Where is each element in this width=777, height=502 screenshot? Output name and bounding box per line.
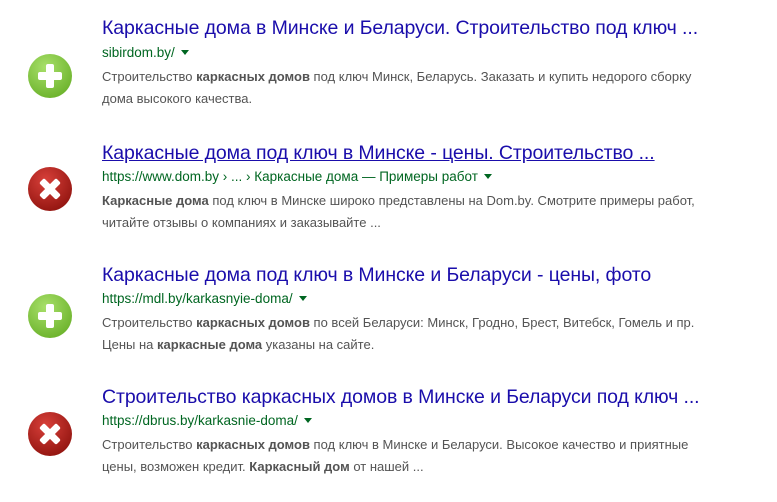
- snippet-line-1: Строительство каркасных домов по всей Бе…: [102, 315, 695, 330]
- result-snippet: Строительство каркасных домов под ключ в…: [102, 434, 762, 478]
- result-url: https://dbrus.by/karkasnie-doma/: [102, 413, 312, 428]
- result-url-text: https://dbrus.by/karkasnie-doma/: [102, 413, 298, 428]
- snippet-line-2: Цены на каркасные дома указаны на сайте.: [102, 337, 375, 352]
- result-title-link[interactable]: Каркасные дома под ключ в Минске - цены.…: [102, 142, 655, 165]
- result-url-text: https://www.dom.by › ... › Каркасные дом…: [102, 169, 478, 184]
- result-title-link[interactable]: Строительство каркасных домов в Минске и…: [102, 386, 700, 409]
- result-url: https://www.dom.by › ... › Каркасные дом…: [102, 169, 492, 184]
- chevron-down-icon[interactable]: [303, 417, 312, 423]
- plus-icon: [28, 294, 72, 338]
- x-icon: [28, 167, 72, 211]
- result-title-link[interactable]: Каркасные дома под ключ в Минске и Белар…: [102, 264, 651, 287]
- result-url: https://mdl.by/karkasnyie-doma/: [102, 291, 307, 306]
- snippet-line-2: читайте отзывы о компаниях и заказывайте…: [102, 215, 381, 230]
- chevron-down-icon[interactable]: [298, 295, 307, 301]
- snippet-line-1: Каркасные дома под ключ в Минске широко …: [102, 193, 695, 208]
- snippet-line-2: цены, возможен кредит. Каркасный дом от …: [102, 459, 424, 474]
- result-url-text: https://mdl.by/karkasnyie-doma/: [102, 291, 293, 306]
- x-icon: [28, 412, 72, 456]
- result-snippet: Строительство каркасных домов по всей Бе…: [102, 312, 762, 356]
- snippet-line-1: Строительство каркасных домов под ключ в…: [102, 437, 689, 452]
- result-snippet: Каркасные дома под ключ в Минске широко …: [102, 190, 762, 234]
- chevron-down-icon[interactable]: [483, 173, 492, 179]
- search-result: Строительство каркасных домов в Минске и…: [0, 0, 777, 474]
